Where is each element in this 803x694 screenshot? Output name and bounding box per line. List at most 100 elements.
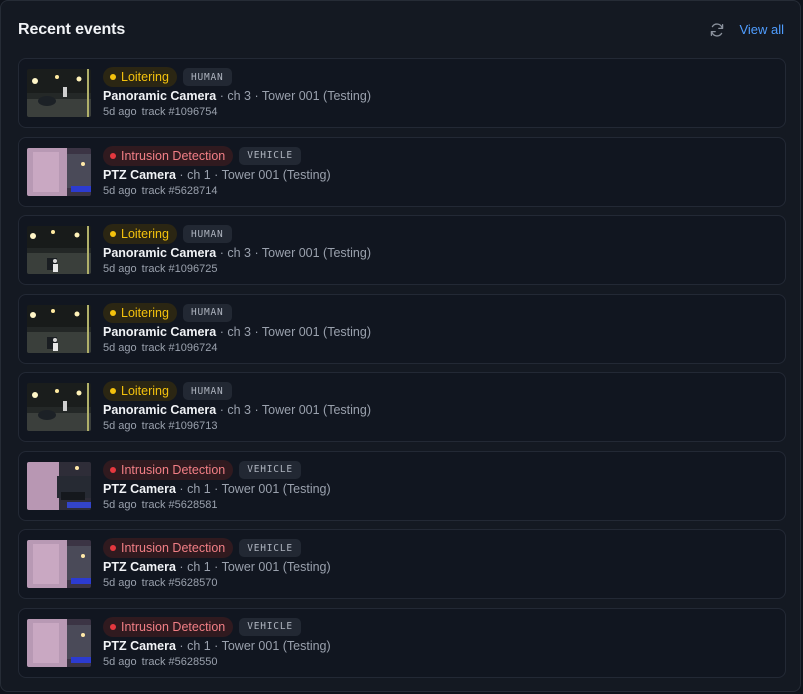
- event-type-label: Loitering: [121, 384, 169, 398]
- event-badges: Loitering HUMAN: [103, 224, 232, 244]
- event-source: PTZ Camera · ch 1 · Tower 001 (Testing): [103, 639, 331, 653]
- event-meta: 5d ago track #5628714: [103, 185, 218, 197]
- event-type-badge: Loitering: [103, 302, 177, 323]
- event-card[interactable]: Intrusion Detection VEHICLE PTZ Camera ·…: [18, 136, 786, 207]
- track-id: track #1096754: [141, 106, 218, 118]
- camera-channel: ch 1: [187, 481, 211, 496]
- event-type-badge: Intrusion Detection: [103, 459, 234, 480]
- site-name: Tower 001 (Testing): [261, 89, 371, 103]
- status-dot-icon: [110, 74, 116, 80]
- event-card[interactable]: Loitering HUMAN Panoramic Camera · ch 3 …: [18, 372, 786, 442]
- event-type-label: Intrusion Detection: [121, 541, 226, 555]
- object-class-badge: VEHICLE: [239, 617, 301, 636]
- site-name: Tower 001 (Testing): [221, 560, 331, 574]
- camera-channel: ch 3: [227, 246, 252, 260]
- separator: ·: [216, 89, 228, 103]
- event-source: PTZ Camera · ch 1 · Tower 001 (Testing): [103, 482, 331, 496]
- object-class-badge: VEHICLE: [239, 460, 301, 479]
- event-card[interactable]: Intrusion Detection VEHICLE PTZ Camera ·…: [18, 529, 786, 599]
- track-id: track #5628714: [141, 184, 218, 197]
- event-type-badge: Loitering: [103, 381, 177, 401]
- camera-name: PTZ Camera: [103, 167, 176, 182]
- event-thumbnail[interactable]: [27, 461, 91, 510]
- event-thumbnail[interactable]: [27, 540, 91, 588]
- site-name: Tower 001 (Testing): [261, 403, 371, 417]
- separator: ·: [251, 324, 262, 339]
- status-dot-icon: [110, 231, 116, 237]
- separator: ·: [175, 560, 188, 574]
- separator: ·: [251, 89, 262, 103]
- event-type-label: Loitering: [121, 70, 169, 84]
- site-name: Tower 001 (Testing): [221, 481, 331, 496]
- event-meta: 5d ago track #1096724: [103, 342, 218, 354]
- separator: ·: [210, 638, 222, 653]
- event-time: 5d ago: [103, 498, 137, 511]
- event-card[interactable]: Loitering HUMAN Panoramic Camera · ch 3 …: [18, 293, 786, 364]
- event-type-badge: Intrusion Detection: [103, 538, 234, 558]
- event-card[interactable]: Intrusion Detection VEHICLE PTZ Camera ·…: [18, 450, 786, 521]
- camera-name: PTZ Camera: [103, 481, 176, 496]
- track-id: track #5628550: [141, 655, 218, 668]
- event-thumbnail[interactable]: [27, 383, 91, 431]
- camera-channel: ch 1: [187, 638, 211, 653]
- event-card[interactable]: Loitering HUMAN Panoramic Camera · ch 3 …: [18, 215, 786, 285]
- event-meta: 5d ago track #1096754: [103, 106, 218, 118]
- camera-name: Panoramic Camera: [103, 89, 217, 103]
- separator: ·: [175, 167, 188, 182]
- event-type-badge: Loitering: [103, 67, 177, 87]
- event-thumbnail[interactable]: [27, 304, 91, 353]
- recent-events-panel: Recent events View all Loitering HUMAN P…: [0, 0, 801, 692]
- event-thumbnail[interactable]: [27, 226, 91, 274]
- object-class-badge: VEHICLE: [239, 539, 301, 557]
- event-card[interactable]: Loitering HUMAN Panoramic Camera · ch 3 …: [18, 58, 786, 128]
- site-name: Tower 001 (Testing): [261, 324, 371, 339]
- panel-header: Recent events View all: [18, 20, 784, 42]
- event-thumbnail[interactable]: [27, 147, 91, 196]
- status-dot-icon: [110, 388, 116, 394]
- event-type-label: Loitering: [121, 305, 169, 320]
- track-id: track #5628581: [141, 498, 218, 511]
- event-thumbnail[interactable]: [27, 69, 91, 117]
- panel-title: Recent events: [18, 21, 126, 38]
- event-time: 5d ago: [103, 263, 137, 275]
- track-id: track #1096725: [141, 263, 218, 275]
- site-name: Tower 001 (Testing): [221, 638, 331, 653]
- event-meta: 5d ago track #1096713: [103, 420, 218, 432]
- event-type-label: Intrusion Detection: [121, 619, 226, 634]
- camera-channel: ch 3: [227, 324, 252, 339]
- object-class-badge: VEHICLE: [239, 146, 301, 165]
- camera-name: Panoramic Camera: [103, 246, 217, 260]
- refresh-icon[interactable]: [709, 22, 725, 38]
- camera-name: PTZ Camera: [103, 638, 176, 653]
- event-time: 5d ago: [103, 106, 137, 118]
- event-type-badge: Intrusion Detection: [103, 616, 234, 637]
- status-dot-icon: [110, 152, 116, 159]
- event-badges: Intrusion Detection VEHICLE: [103, 145, 301, 166]
- event-thumbnail[interactable]: [27, 618, 91, 667]
- event-type-badge: Loitering: [103, 224, 177, 244]
- track-id: track #1096724: [141, 341, 218, 354]
- event-source: PTZ Camera · ch 1 · Tower 001 (Testing): [103, 560, 331, 574]
- camera-channel: ch 1: [187, 167, 211, 182]
- event-time: 5d ago: [103, 184, 137, 197]
- camera-channel: ch 3: [227, 89, 252, 103]
- event-card[interactable]: Intrusion Detection VEHICLE PTZ Camera ·…: [18, 607, 786, 678]
- status-dot-icon: [110, 309, 116, 316]
- site-name: Tower 001 (Testing): [261, 246, 371, 260]
- object-class-badge: HUMAN: [182, 382, 232, 400]
- event-meta: 5d ago track #1096725: [103, 263, 218, 275]
- event-source: Panoramic Camera · ch 3 · Tower 001 (Tes…: [103, 246, 371, 260]
- event-badges: Loitering HUMAN: [103, 67, 232, 87]
- camera-channel: ch 1: [187, 560, 211, 574]
- event-type-badge: Intrusion Detection: [103, 145, 234, 166]
- track-id: track #5628570: [141, 577, 218, 589]
- camera-channel: ch 3: [227, 403, 252, 417]
- object-class-badge: HUMAN: [182, 68, 232, 86]
- site-name: Tower 001 (Testing): [221, 167, 331, 182]
- event-time: 5d ago: [103, 341, 137, 354]
- separator: ·: [216, 246, 228, 260]
- view-all-link[interactable]: View all: [739, 22, 784, 37]
- event-badges: Intrusion Detection VEHICLE: [103, 538, 301, 558]
- event-badges: Loitering HUMAN: [103, 302, 232, 323]
- event-type-label: Intrusion Detection: [121, 148, 226, 163]
